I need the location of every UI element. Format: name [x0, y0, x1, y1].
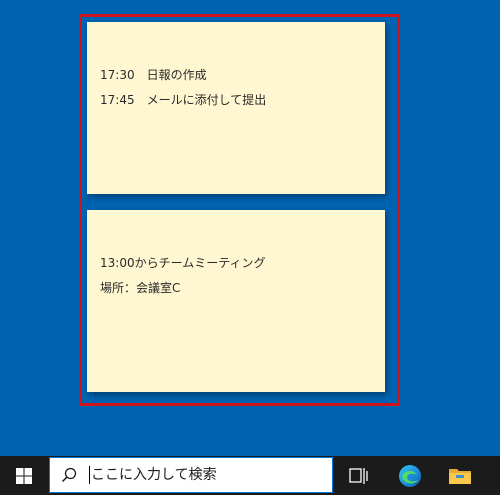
edge-icon: [399, 464, 421, 487]
note-text-line: 場所：会議室C: [100, 281, 181, 295]
sticky-note-body[interactable]: 17:30 日報の作成 17:45 メールに添付して提出: [100, 63, 266, 113]
file-explorer-button[interactable]: [439, 456, 481, 495]
file-explorer-icon: [449, 468, 471, 484]
desktop: 17:30 日報の作成 17:45 メールに添付して提出 13:00からチームミ…: [0, 0, 500, 456]
note-text-line: 13:00からチームミーティング: [100, 256, 266, 270]
sticky-note-body[interactable]: 13:00からチームミーティング 場所：会議室C: [100, 251, 266, 301]
windows-start-icon: [16, 467, 32, 484]
search-placeholder: ここに入力して検索: [89, 466, 217, 484]
note-text-line: 17:45 メールに添付して提出: [100, 93, 267, 107]
task-view-icon: [349, 467, 368, 484]
sticky-note[interactable]: 13:00からチームミーティング 場所：会議室C: [87, 210, 385, 392]
edge-button[interactable]: [389, 456, 431, 495]
search-icon: [61, 467, 77, 483]
sticky-note[interactable]: 17:30 日報の作成 17:45 メールに添付して提出: [87, 22, 385, 194]
search-input[interactable]: ここに入力して検索: [49, 457, 333, 493]
task-view-button[interactable]: [338, 456, 380, 495]
start-button[interactable]: [0, 456, 48, 495]
note-text-line: 17:30 日報の作成: [100, 68, 207, 82]
taskbar: ここに入力して検索: [0, 456, 500, 495]
